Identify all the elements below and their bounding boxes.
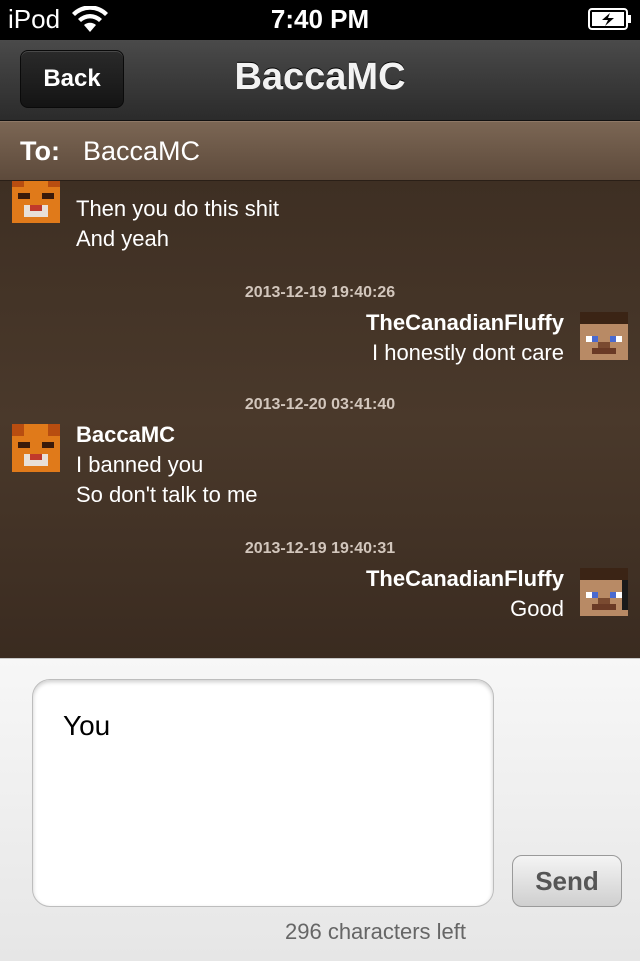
message-line: I banned you [76,452,204,477]
message-timestamp: 2013-12-20 03:41:40 [244,396,396,413]
status-time: 7:40 PM [270,4,370,34]
recipient-name: BaccaMC [83,136,201,166]
message-timestamp: 2013-12-19 19:40:26 [244,284,396,301]
message-input[interactable]: You [32,679,494,907]
status-bar: iPod 7:40 PM [0,0,640,40]
page-title: BaccaMC [234,56,406,98]
avatar [580,568,628,616]
navigation-bar: Back BaccaMC [0,40,640,121]
message-sender: BaccaMC [76,422,176,447]
avatar [580,312,628,360]
message-line: Good [510,596,564,621]
avatar [12,424,60,472]
message-sender: TheCanadianFluffy [365,566,564,591]
avatar [12,181,60,223]
composer: You Send 296 characters left [0,658,640,961]
message-line: So don't talk to me [76,482,258,507]
message-list[interactable]: Then you do this shit And yeah 2013-12-1… [0,181,640,658]
send-button[interactable]: Send [512,855,622,907]
message-line: Then you do this shit [76,196,280,221]
to-label: To: [20,136,60,166]
message-line: I honestly dont care [371,340,564,365]
character-counter: 296 characters left [285,919,466,944]
message-line: And yeah [76,226,169,251]
message-sender: TheCanadianFluffy [365,310,564,335]
message-input-value: You [63,710,111,741]
message-timestamp: 2013-12-19 19:40:31 [244,540,396,557]
battery-charging-icon [588,8,631,30]
recipient-bar: To: BaccaMC [0,121,640,182]
